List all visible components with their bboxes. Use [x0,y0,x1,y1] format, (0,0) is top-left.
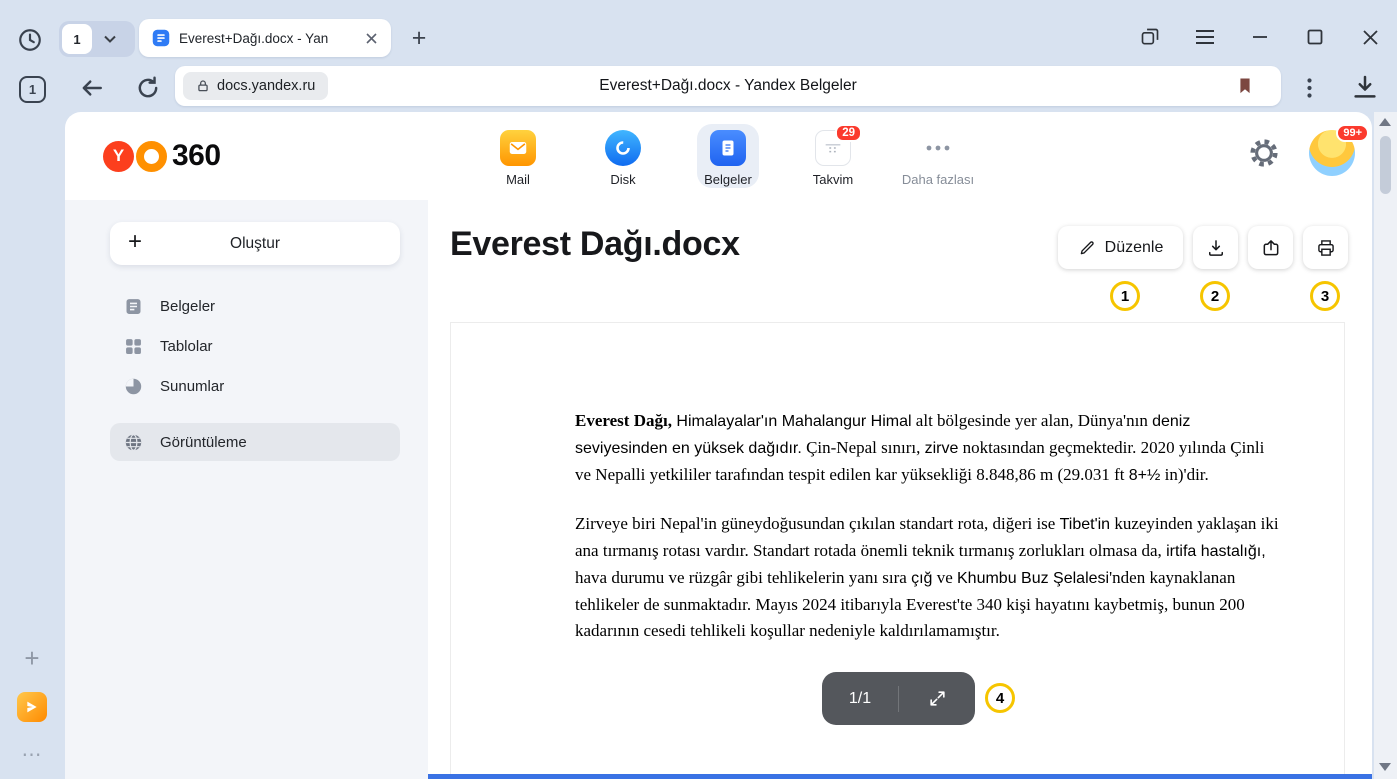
nav-item-disk[interactable]: Disk [575,120,671,187]
document-view-panel: Everest Dağı.docx Düzenle [428,200,1372,779]
yandex-o-ring-icon [136,141,167,172]
page-indicator-pill: 1/1 [822,672,975,725]
download-icon [1206,238,1226,258]
reload-icon[interactable] [134,74,162,102]
logo-360-text: 360 [172,139,221,173]
table-grid-icon [123,336,144,357]
nav-label: Mail [506,172,530,187]
yandex-docs-favicon [152,29,170,47]
nav-item-takvim[interactable]: 29 Takvim [785,120,881,187]
yandex-360-app: Y 360 Mail Disk Belgeler [65,112,1372,779]
presentation-pie-icon [123,376,144,397]
document-text: Everest Dağı, Himalayalar'ın Mahalangur … [451,323,1344,644]
page-count: 1/1 [822,690,898,708]
vertical-tabs-count[interactable]: 1 [19,76,46,103]
nav-label: Belgeler [704,172,752,187]
site-domain-pill[interactable]: docs.yandex.ru [183,72,328,100]
fullscreen-expand-icon[interactable] [899,689,975,708]
download-button[interactable] [1193,226,1238,269]
annotation-circle-1: 1 [1110,281,1140,311]
y360-logo[interactable]: Y 360 [103,138,221,174]
downloads-icon[interactable] [1350,72,1380,102]
strip-overflow-button[interactable]: ⋯ [14,742,50,767]
share-upload-icon [1261,238,1281,258]
chevron-down-icon[interactable] [94,24,126,54]
new-tab-button[interactable]: + [404,22,434,54]
window-controls [1139,26,1381,48]
edit-button-label: Düzenle [1105,239,1164,257]
page-scrollbar[interactable] [1374,112,1397,779]
sidebar-item-belgeler[interactable]: Belgeler [110,287,400,325]
plus-icon: + [128,228,142,256]
tab-close-icon[interactable] [361,28,381,48]
nav-item-daha-fazlasi[interactable]: Daha fazlası [890,120,986,187]
app-sidebar: + Oluştur Belgeler Tablolar Sunumlar [65,200,428,779]
tab-group-count-badge[interactable]: 1 [62,24,92,54]
tab-group-control[interactable]: 1 [59,21,135,57]
sidebar-item-label: Belgeler [160,298,215,315]
bookmark-icon[interactable] [1235,76,1255,96]
history-clock-icon[interactable] [17,27,43,53]
yandex-y-icon: Y [103,141,134,172]
site-domain: docs.yandex.ru [217,78,315,94]
lock-icon [196,79,210,93]
globe-icon [123,432,144,453]
scroll-down-arrow[interactable] [1379,763,1391,771]
profile-avatar[interactable]: 99+ [1309,130,1355,176]
scroll-up-arrow[interactable] [1379,118,1391,126]
browser-window: 1 Everest+Dağı.docx - Yan + 1 [0,0,1397,779]
pencil-icon [1078,239,1096,257]
create-button[interactable]: + Oluştur [110,222,400,265]
yandex-app-icon[interactable] [17,692,47,722]
menu-icon[interactable] [1194,26,1216,48]
active-browser-tab[interactable]: Everest+Dağı.docx - Yan [139,19,391,57]
sidebar-item-tablolar[interactable]: Tablolar [110,327,400,365]
document-icon [123,296,144,317]
bottom-blue-bar [428,774,1372,779]
annotation-circle-3: 3 [1310,281,1340,311]
tab-title: Everest+Dağı.docx - Yan [179,31,352,46]
annotation-circle-4: 4 [985,683,1015,713]
nav-label: Disk [610,172,635,187]
annotation-circle-2: 2 [1200,281,1230,311]
maximize-icon[interactable] [1304,26,1326,48]
address-page-title: Everest+Dağı.docx - Yandex Belgeler [175,77,1281,95]
create-button-label: Oluştur [230,235,280,253]
sidebar-item-label: Görüntüleme [160,434,247,451]
printer-icon [1316,238,1336,258]
tab-panels-icon[interactable] [1139,26,1161,48]
documents-icon [710,130,746,166]
disk-icon [605,130,641,166]
nav-label: Daha fazlası [902,172,974,187]
address-bar[interactable]: docs.yandex.ru Everest+Dağı.docx - Yande… [175,66,1281,106]
services-nav: Mail Disk Belgeler 29 Takvim [470,120,986,187]
notification-count-badge: 99+ [1336,124,1369,142]
scrollbar-thumb[interactable] [1380,136,1391,194]
print-button[interactable] [1303,226,1348,269]
window-close-icon[interactable] [1359,26,1381,48]
share-button[interactable] [1248,226,1293,269]
nav-label: Takvim [813,172,853,187]
minimize-icon[interactable] [1249,26,1271,48]
more-services-icon [920,130,956,166]
sidebar-item-sunumlar[interactable]: Sunumlar [110,367,400,405]
mail-icon [500,130,536,166]
back-icon[interactable] [78,74,106,102]
sidebar-item-label: Sunumlar [160,378,224,395]
sidebar-item-label: Tablolar [160,338,213,355]
doc-paragraph-1: Everest Dağı, Himalayalar'ın Mahalangur … [575,408,1284,489]
settings-gear-icon[interactable] [1247,136,1281,170]
doc-paragraph-2: Zirveye biri Nepal'in güneydoğusundan çı… [575,511,1284,644]
calendar-badge: 29 [835,124,862,142]
document-title: Everest Dağı.docx [450,225,740,264]
strip-add-button[interactable]: + [18,644,46,672]
more-options-icon[interactable] [1298,74,1320,102]
calendar-icon: 29 [815,130,851,166]
sidebar-item-goruntuleme[interactable]: Görüntüleme [110,423,400,461]
edit-button[interactable]: Düzenle [1058,226,1183,269]
nav-item-belgeler[interactable]: Belgeler [680,120,776,187]
nav-item-mail[interactable]: Mail [470,120,566,187]
